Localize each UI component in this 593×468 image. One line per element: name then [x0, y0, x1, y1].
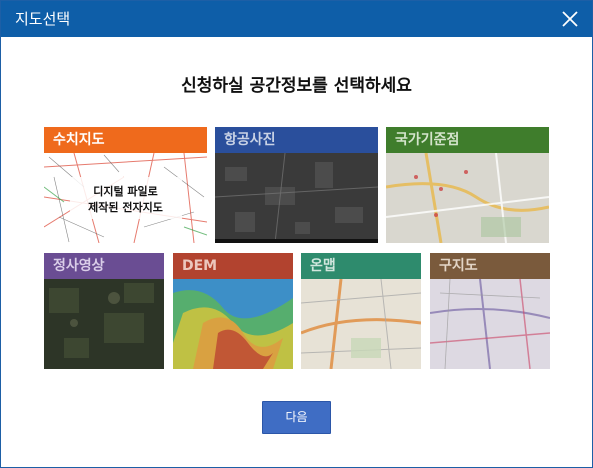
card-overlay-line1: 디지털 파일로: [93, 185, 158, 198]
card-label: 온맵: [301, 253, 421, 279]
card-dem[interactable]: DEM: [173, 253, 293, 369]
card-overlay-line2: 제작된 전자지도: [88, 201, 163, 214]
map-select-dialog: 지도선택 신청하실 공간정보를 선택하세요 수치지도 디지털 파일로 제작된 전…: [0, 0, 593, 468]
card-onmap[interactable]: 온맵: [301, 253, 421, 369]
card-aerial-photo[interactable]: 항공사진: [215, 127, 378, 243]
window-title: 지도선택: [15, 10, 71, 28]
card-old-map[interactable]: 구지도: [430, 253, 550, 369]
close-icon: [562, 11, 578, 27]
next-button[interactable]: 다음: [262, 401, 331, 434]
card-label: 수치지도: [44, 127, 207, 153]
page-heading: 신청하실 공간정보를 선택하세요: [181, 76, 412, 96]
card-label: 국가기준점: [386, 127, 549, 153]
title-bar: 지도선택: [1, 1, 592, 37]
card-control-point[interactable]: 국가기준점: [386, 127, 549, 243]
card-label: DEM: [173, 253, 293, 279]
card-label: 구지도: [430, 253, 550, 279]
card-orthophoto[interactable]: 정사영상: [44, 253, 164, 369]
close-button[interactable]: [560, 9, 580, 29]
card-label: 항공사진: [215, 127, 378, 153]
card-label: 정사영상: [44, 253, 164, 279]
card-digital-map[interactable]: 수치지도 디지털 파일로 제작된 전자지도: [44, 127, 207, 243]
